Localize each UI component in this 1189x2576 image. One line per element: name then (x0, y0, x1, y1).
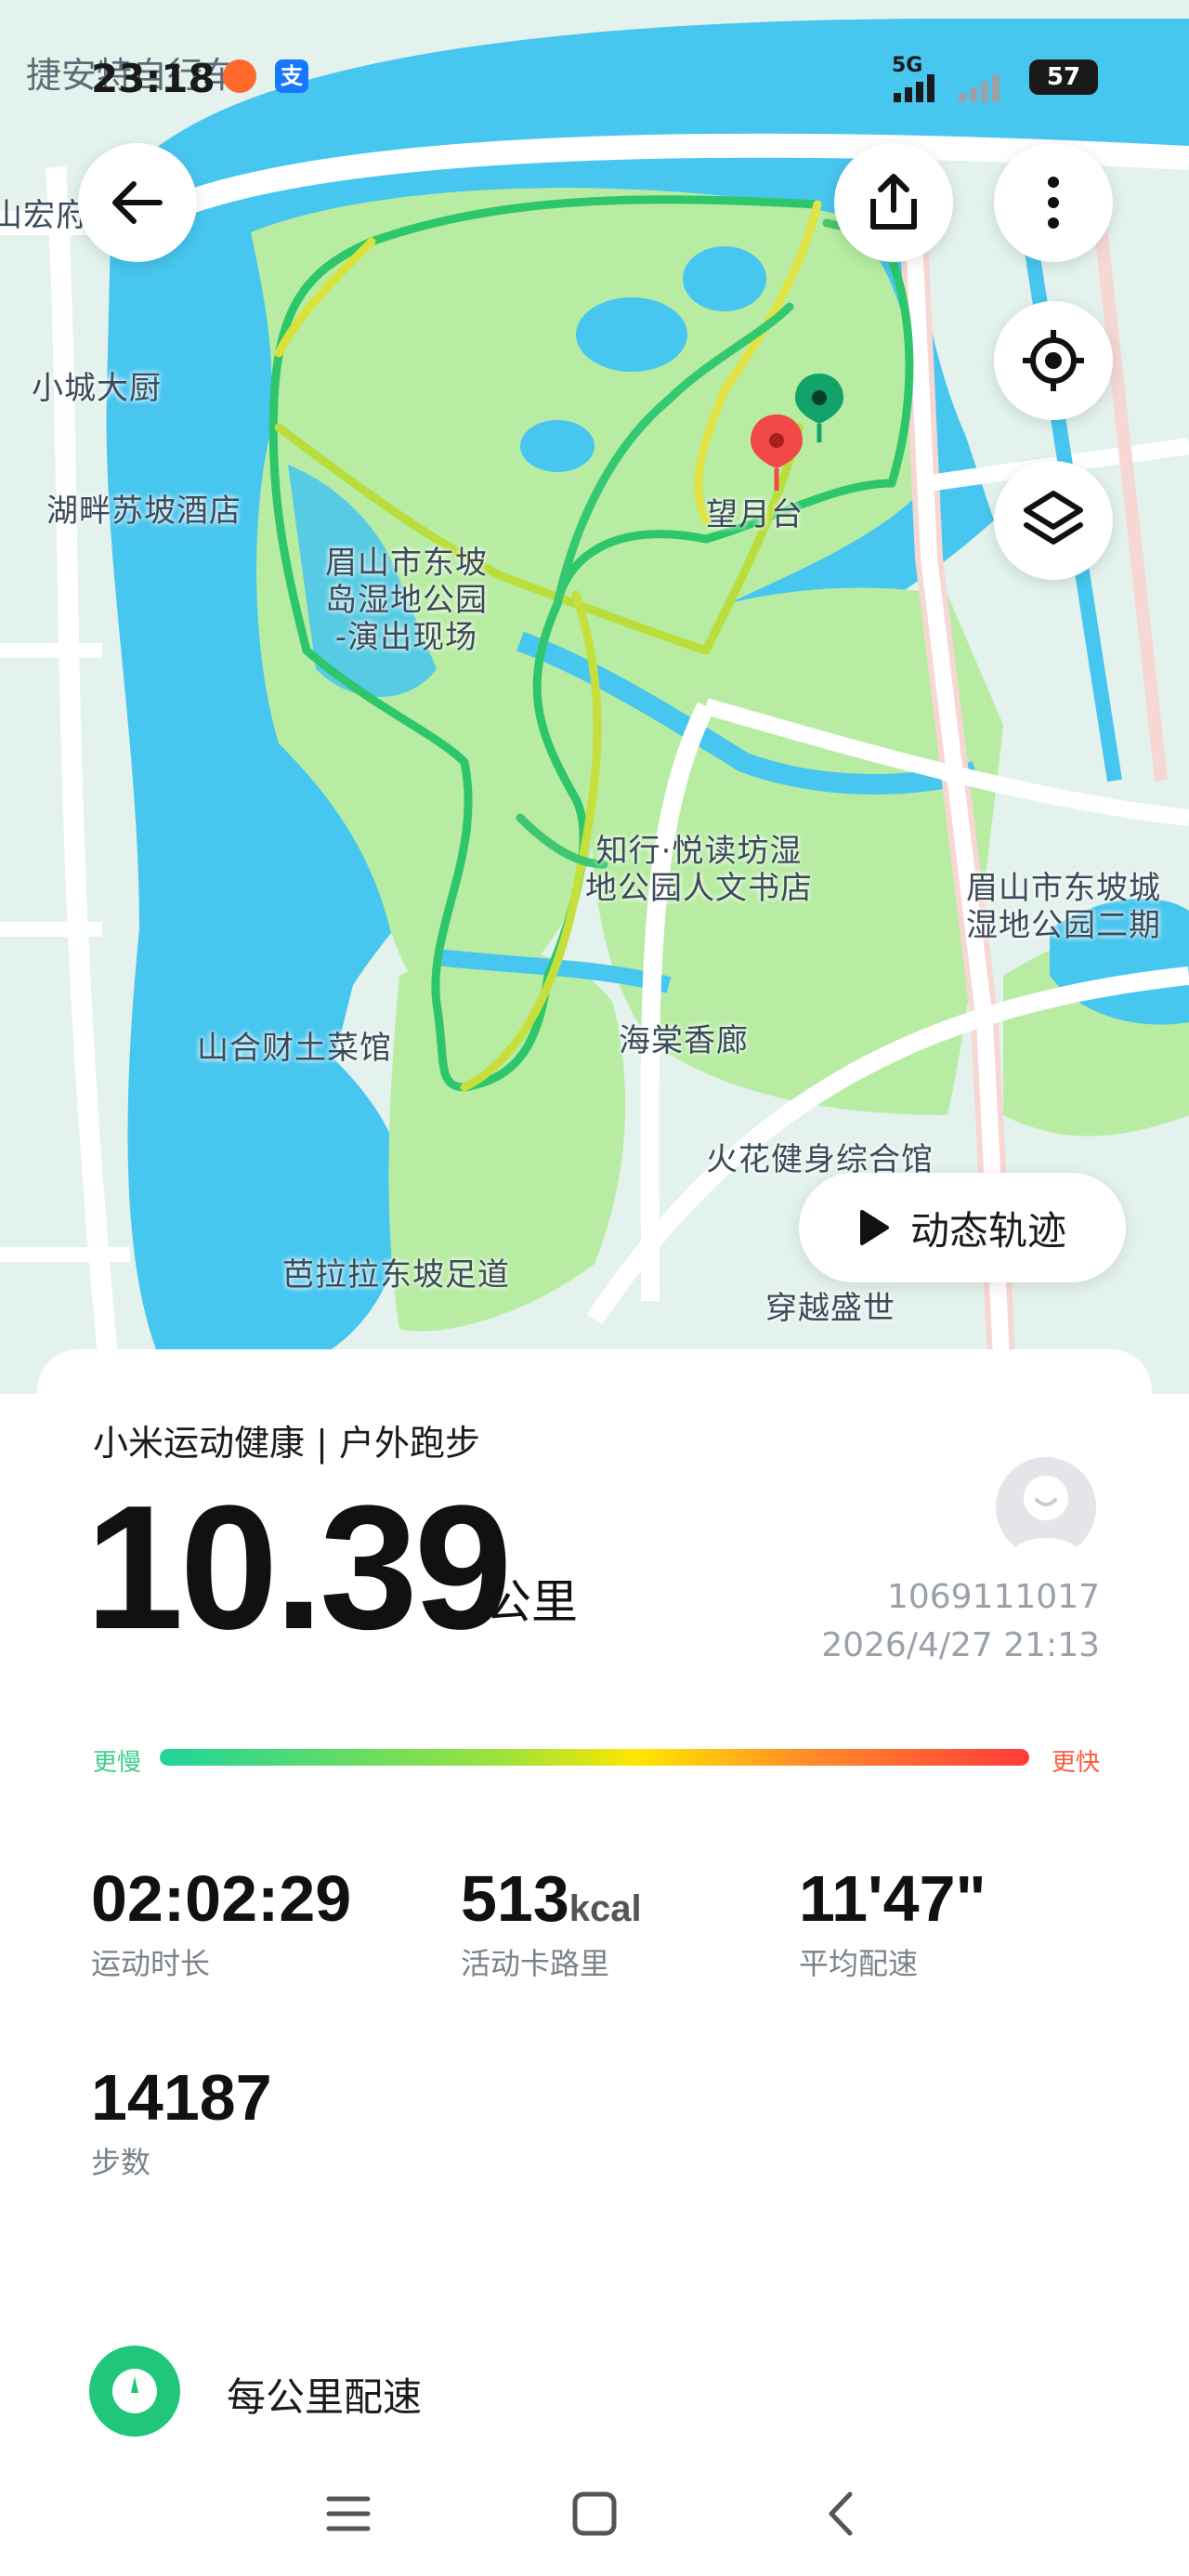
user-avatar-icon (1009, 1476, 1083, 1557)
workout-summary-card: 小米运动健康 | 户外跑步 10.39 公里 1069111017 2026/4… (37, 1349, 1152, 2260)
dynamic-track-button[interactable]: 动态轨迹 (799, 1173, 1126, 1282)
status-time: 23:18 (91, 56, 216, 101)
share-icon (870, 174, 917, 230)
map-label-show: 眉山市东坡 岛湿地公园 -演出现场 (325, 545, 488, 656)
back-icon (829, 2491, 853, 2536)
speed-gradient-bar (160, 1749, 1029, 1766)
stat-steps-label: 步数 (91, 2145, 151, 2180)
stat-steps-number: 14187 (91, 2061, 272, 2134)
locate-icon (1023, 330, 1084, 391)
locate-button[interactable] (994, 301, 1113, 420)
map-label-xiaocheng: 小城大厨 (32, 370, 162, 407)
alipay-icon: 支 (275, 59, 308, 93)
user-id: 1069111017 (886, 1578, 1100, 1616)
more-vertical-icon (1048, 177, 1059, 229)
battery-indicator: 57 (1029, 59, 1098, 95)
nav-home-button[interactable] (562, 2481, 627, 2546)
pace-per-km-label: 每公里配速 (227, 2374, 423, 2420)
stat-steps-value: 14187 (91, 2065, 272, 2130)
share-button[interactable] (834, 143, 953, 262)
map-label-phase2: 眉山市东坡城 湿地公园二期 (966, 870, 1161, 944)
dynamic-track-label: 动态轨迹 (909, 1207, 1066, 1254)
stat-pace-label: 平均配速 (799, 1946, 919, 1981)
layers-button[interactable] (994, 461, 1113, 580)
distance-value: 10.39 (85, 1469, 512, 1666)
stat-duration-value: 02:02:29 (91, 1866, 351, 1931)
map-label-bookstore: 知行·悦读坊湿 地公园人文书店 (585, 833, 813, 907)
stat-duration-number: 02:02:29 (91, 1862, 352, 1935)
play-icon (859, 1210, 889, 1245)
distance-unit: 公里 (485, 1575, 578, 1629)
notification-app-icon (223, 59, 256, 93)
pace-per-km-row[interactable]: 每公里配速 (89, 2342, 1111, 2437)
speed-fast-label: 更快 (1051, 1749, 1100, 1777)
stat-calories-value: 513kcal (461, 1866, 642, 1941)
stat-duration-label: 运动时长 (91, 1946, 211, 1981)
map-label-chuanyue: 穿越盛世 (765, 1290, 895, 1327)
stat-calories-number: 513 (461, 1862, 569, 1935)
system-nav-bar (0, 2453, 1189, 2576)
speed-slow-label: 更慢 (93, 1749, 142, 1777)
end-pin-icon (751, 414, 803, 491)
status-bar: 捷安特自行车 23:18 支 5G 57 (0, 37, 1189, 121)
more-button[interactable] (994, 143, 1113, 262)
signal-icon (894, 74, 1000, 102)
stat-pace-value: 11'47" (799, 1866, 986, 1931)
arrow-left-icon (112, 181, 163, 224)
app-title: 小米运动健康 | 户外跑步 (93, 1423, 480, 1464)
stopwatch-icon (89, 2346, 180, 2437)
stat-calories-unit: kcal (568, 1888, 642, 1929)
map-label-hupan: 湖畔苏坡酒店 (46, 493, 242, 530)
map-label-haitang: 海棠香廊 (619, 1022, 749, 1059)
nav-back-button[interactable] (808, 2481, 873, 2546)
map-label-bala: 芭拉拉东坡足道 (282, 1256, 510, 1294)
map-label-shanhe: 山合财土菜馆 (197, 1030, 392, 1067)
workout-date: 2026/4/27 21:13 (821, 1626, 1100, 1664)
home-icon (572, 2491, 617, 2536)
menu-icon (326, 2496, 371, 2531)
avatar[interactable] (996, 1457, 1096, 1557)
stat-pace-number: 11'47" (799, 1862, 986, 1935)
map-label-hongfu: 山宏府 (0, 197, 88, 234)
map-label-wangyue: 望月台 (706, 496, 804, 533)
stat-calories-label: 活动卡路里 (461, 1946, 610, 1981)
nav-menu-button[interactable] (316, 2481, 381, 2546)
back-button[interactable] (78, 143, 197, 262)
layers-icon (1024, 491, 1083, 545)
